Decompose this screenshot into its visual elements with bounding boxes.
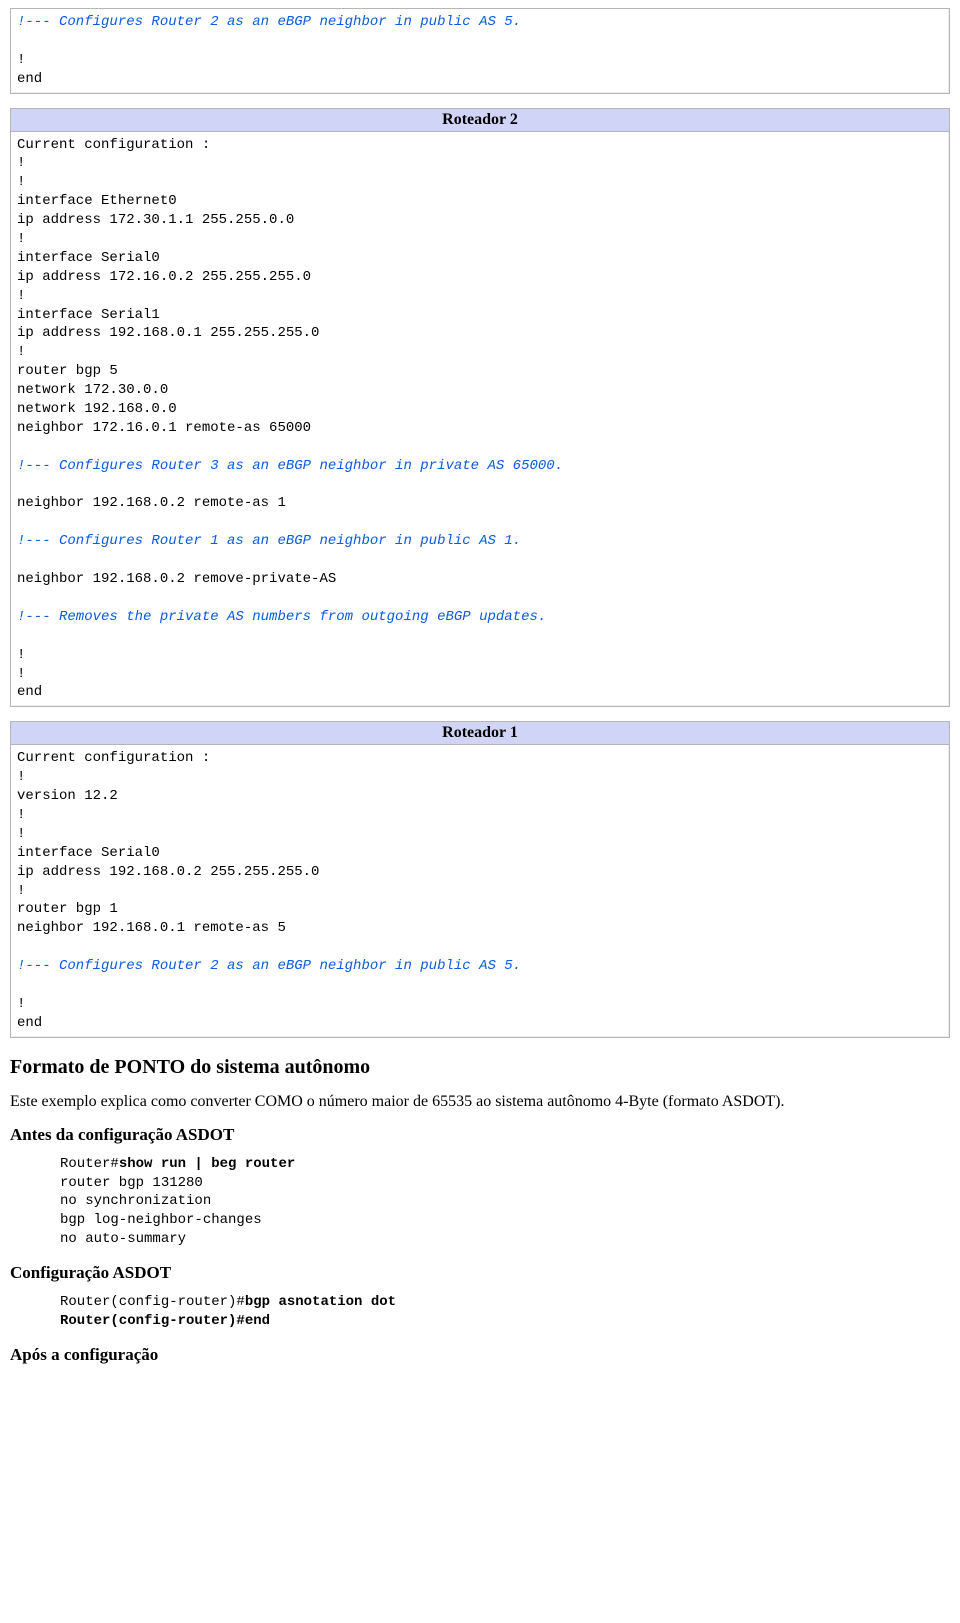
code-box-title: Roteador 2 (11, 109, 949, 132)
heading-asdot-config: Configuração ASDOT (10, 1263, 950, 1283)
code-comment: !--- Removes the private AS numbers from… (17, 609, 546, 625)
code-comment: !--- Configures Router 1 as an eBGP neig… (17, 533, 521, 549)
code-segment: Current configuration : ! ! interface Et… (17, 137, 319, 436)
code-box-body: Current configuration : ! ! interface Et… (11, 132, 949, 707)
cli-line: Router(config-router)#end (60, 1313, 270, 1329)
cli-command: bgp asnotation dot (245, 1294, 396, 1310)
code-segment: ! end (17, 996, 42, 1031)
code-segment: ! ! end (17, 647, 42, 701)
cli-output: router bgp 131280 no synchronization bgp… (60, 1175, 262, 1248)
code-box-body: Current configuration : ! version 12.2 !… (11, 745, 949, 1036)
heading-before-asdot: Antes da configuração ASDOT (10, 1125, 950, 1145)
cli-block-config: Router(config-router)#bgp asnotation dot… (60, 1293, 950, 1331)
code-segment: neighbor 192.168.0.2 remove-private-AS (17, 571, 336, 587)
heading-asdot-format: Formato de PONTO do sistema autônomo (10, 1056, 950, 1079)
code-segment: neighbor 192.168.0.2 remote-as 1 (17, 495, 286, 511)
cli-prompt: Router# (60, 1156, 119, 1172)
code-line: end (17, 71, 42, 87)
cli-prompt: Router(config-router)# (60, 1294, 245, 1310)
code-segment: Current configuration : ! version 12.2 !… (17, 750, 319, 936)
code-box-roteador-1: Roteador 1 Current configuration : ! ver… (10, 721, 950, 1037)
code-box-roteador-2: Roteador 2 Current configuration : ! ! i… (10, 108, 950, 708)
code-box-top-body: !--- Configures Router 2 as an eBGP neig… (11, 9, 949, 93)
code-comment: !--- Configures Router 2 as an eBGP neig… (17, 958, 521, 974)
code-comment: !--- Configures Router 3 as an eBGP neig… (17, 458, 563, 474)
paragraph-asdot-intro: Este exemplo explica como converter COMO… (10, 1093, 950, 1111)
heading-after-config: Após a configuração (10, 1345, 950, 1365)
cli-block-before: Router#show run | beg router router bgp … (60, 1155, 950, 1249)
code-box-title: Roteador 1 (11, 722, 949, 745)
code-line: ! (17, 52, 25, 68)
code-comment: !--- Configures Router 2 as an eBGP neig… (17, 14, 521, 30)
code-box-top: !--- Configures Router 2 as an eBGP neig… (10, 8, 950, 94)
cli-command: show run | beg router (119, 1156, 295, 1172)
